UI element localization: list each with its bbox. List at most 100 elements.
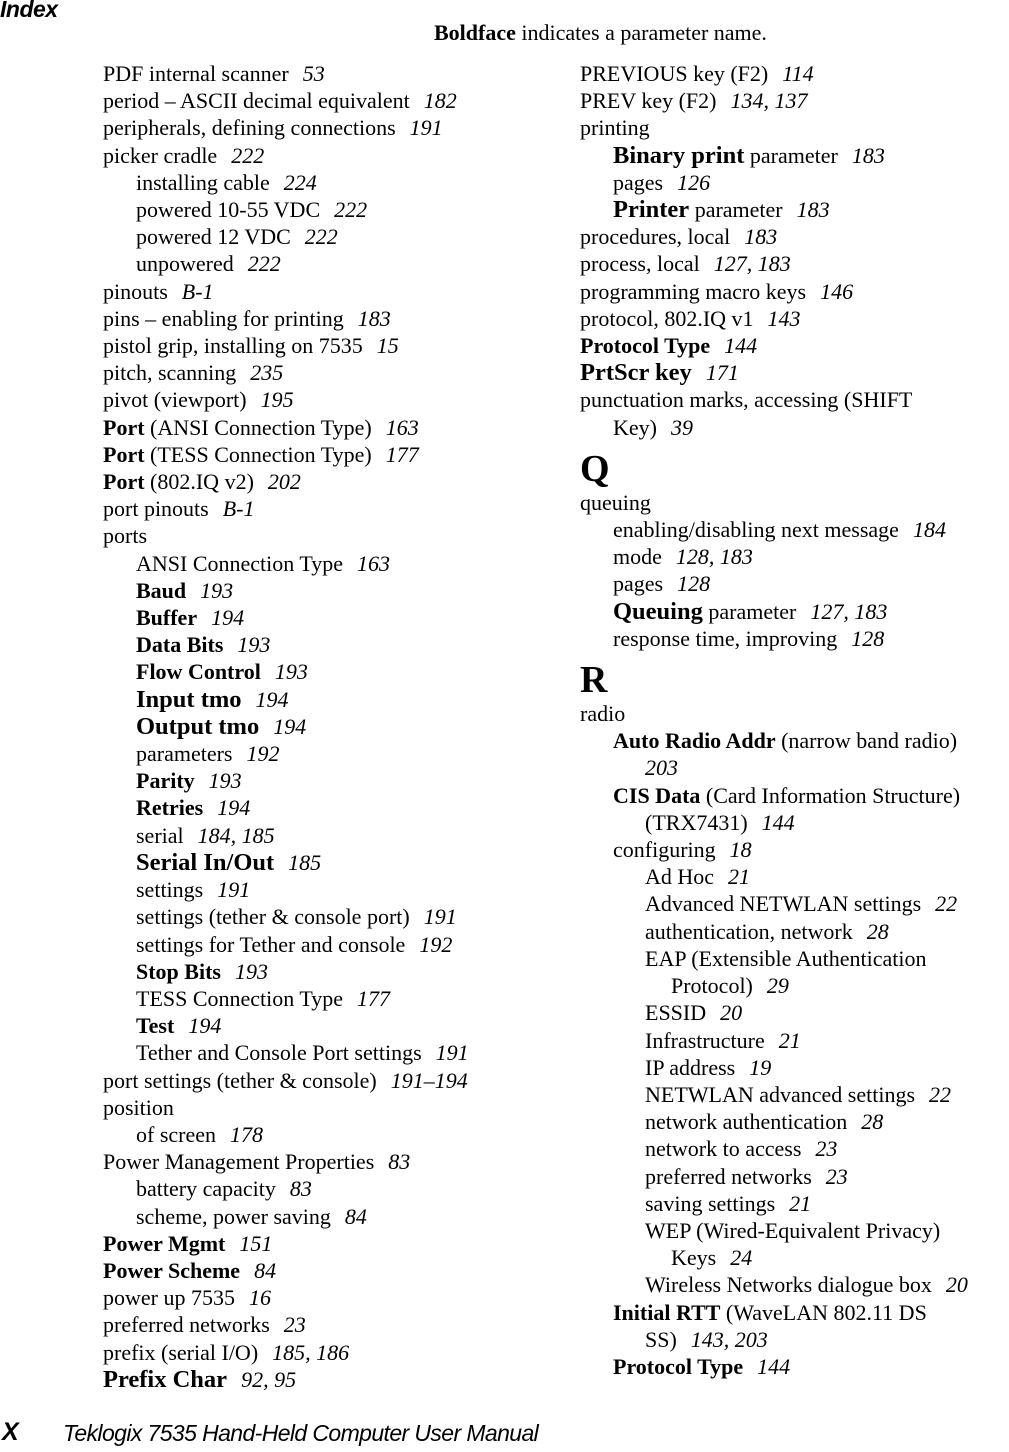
page-reference[interactable]: 194 (211, 605, 244, 630)
index-heading: Index (0, 0, 58, 22)
page-reference[interactable]: 20 (720, 1000, 742, 1025)
page-reference[interactable]: 202 (268, 469, 301, 494)
page-reference[interactable]: 171 (706, 360, 739, 385)
page-reference[interactable]: 143 (768, 306, 801, 331)
page-reference[interactable]: 222 (248, 251, 281, 276)
page-reference[interactable]: 222 (231, 143, 264, 168)
page-reference[interactable]: 163 (357, 551, 390, 576)
page-reference[interactable]: 128, 183 (676, 544, 753, 569)
index-term: TESS Connection Type (136, 985, 344, 1011)
page-reference[interactable]: 178 (230, 1122, 263, 1147)
page-reference[interactable]: 20 (946, 1272, 968, 1297)
index-term: port settings (tether & console) (103, 1067, 377, 1093)
index-entry: Buffer 194 (103, 604, 553, 631)
page-reference[interactable]: B-1 (182, 279, 214, 304)
parameter-name: Auto Radio Addr (613, 728, 776, 754)
index-term: preferred networks (103, 1312, 270, 1338)
page-reference[interactable]: 23 (815, 1136, 837, 1161)
page-reference[interactable]: 15 (377, 333, 399, 358)
page-reference[interactable]: 21 (789, 1191, 811, 1216)
page-reference[interactable]: 185, 186 (272, 1340, 349, 1365)
index-term: (narrow band radio) (775, 728, 958, 754)
page-reference[interactable]: 222 (334, 197, 367, 222)
page-reference[interactable]: 21 (779, 1028, 801, 1053)
page-reference[interactable]: 127, 183 (810, 599, 887, 624)
page-reference[interactable]: 184, 185 (198, 823, 275, 848)
page-reference[interactable]: 191 (410, 115, 443, 140)
index-term: authentication, network (645, 918, 853, 944)
page-reference[interactable]: 191 (436, 1040, 469, 1065)
page-reference[interactable]: 177 (386, 442, 419, 467)
page-reference[interactable]: 194 (188, 1013, 221, 1038)
index-entry: Test 194 (103, 1012, 553, 1039)
page-reference[interactable]: 192 (247, 741, 280, 766)
page-reference[interactable]: 144 (724, 333, 757, 358)
page-reference[interactable]: 194 (273, 714, 306, 739)
page-reference[interactable]: 39 (671, 415, 693, 440)
page-reference[interactable]: 203 (645, 755, 678, 780)
page-reference[interactable]: 23 (284, 1312, 306, 1337)
page-reference[interactable]: 193 (237, 632, 270, 657)
page-reference[interactable]: 224 (284, 170, 317, 195)
page-reference[interactable]: 128 (851, 626, 884, 651)
page-reference[interactable]: 191–194 (391, 1068, 468, 1093)
page-reference[interactable]: B-1 (223, 496, 255, 521)
page-reference[interactable]: 193 (200, 578, 233, 603)
page-reference[interactable]: 146 (820, 279, 853, 304)
page-reference[interactable]: 182 (424, 88, 457, 113)
page-reference[interactable]: 195 (261, 387, 294, 412)
page-reference[interactable]: 193 (275, 659, 308, 684)
index-term: settings for Tether and console (136, 931, 406, 957)
page-reference[interactable]: 29 (767, 973, 789, 998)
page-reference[interactable]: 194 (217, 795, 250, 820)
page-reference[interactable]: 24 (730, 1245, 752, 1270)
page-reference[interactable]: 23 (826, 1164, 848, 1189)
page-reference[interactable]: 92, 95 (241, 1367, 296, 1392)
page-reference[interactable]: 21 (728, 864, 750, 889)
page-reference[interactable]: 183 (358, 306, 391, 331)
page-reference[interactable]: 191 (424, 904, 457, 929)
index-entry: authentication, network 28 (580, 918, 1009, 945)
page-reference[interactable]: 183 (797, 197, 830, 222)
index-term: (Card Information Structure) (700, 782, 961, 808)
page-reference[interactable]: 185 (288, 850, 321, 875)
index-term: settings (tether & console port) (136, 904, 410, 930)
page-reference[interactable]: 134, 137 (731, 88, 808, 113)
page-reference[interactable]: 83 (388, 1149, 410, 1174)
page-reference[interactable]: 222 (305, 224, 338, 249)
page-reference[interactable]: 194 (256, 687, 289, 712)
page-reference[interactable]: 144 (757, 1354, 790, 1379)
page-reference[interactable]: 235 (250, 360, 283, 385)
page-reference[interactable]: 144 (762, 810, 795, 835)
page-reference[interactable]: 183 (744, 224, 777, 249)
page-reference[interactable]: 53 (303, 61, 325, 86)
page-reference[interactable]: 16 (249, 1285, 271, 1310)
page-reference[interactable]: 128 (677, 571, 710, 596)
page-reference[interactable]: 83 (290, 1176, 312, 1201)
page-reference[interactable]: 18 (730, 837, 752, 862)
page-reference[interactable]: 127, 183 (714, 251, 791, 276)
index-entry: printing (580, 114, 1009, 141)
page-reference[interactable]: 22 (929, 1082, 951, 1107)
page-reference[interactable]: 22 (935, 891, 957, 916)
page-reference[interactable]: 84 (345, 1204, 367, 1229)
page-reference[interactable]: 193 (235, 959, 268, 984)
page-reference[interactable]: 184 (913, 517, 946, 542)
page-reference[interactable]: 151 (239, 1231, 272, 1256)
page-reference[interactable]: 114 (782, 61, 813, 86)
page-reference[interactable]: 177 (357, 986, 390, 1011)
page-reference[interactable]: 163 (386, 415, 419, 440)
page-reference[interactable]: 183 (852, 143, 885, 168)
parameter-name: Queuing (613, 597, 703, 625)
page-reference[interactable]: 192 (419, 932, 452, 957)
page-reference[interactable]: 84 (254, 1258, 276, 1283)
page-reference[interactable]: 126 (677, 170, 710, 195)
index-entry: Advanced NETWLAN settings 22 (580, 890, 1009, 917)
page-reference[interactable]: 28 (867, 919, 889, 944)
page-reference[interactable]: 143, 203 (691, 1327, 768, 1352)
page-reference[interactable]: 19 (749, 1055, 771, 1080)
index-entry: preferred networks 23 (103, 1311, 553, 1338)
page-reference[interactable]: 191 (217, 877, 250, 902)
page-reference[interactable]: 193 (209, 768, 242, 793)
page-reference[interactable]: 28 (861, 1109, 883, 1134)
